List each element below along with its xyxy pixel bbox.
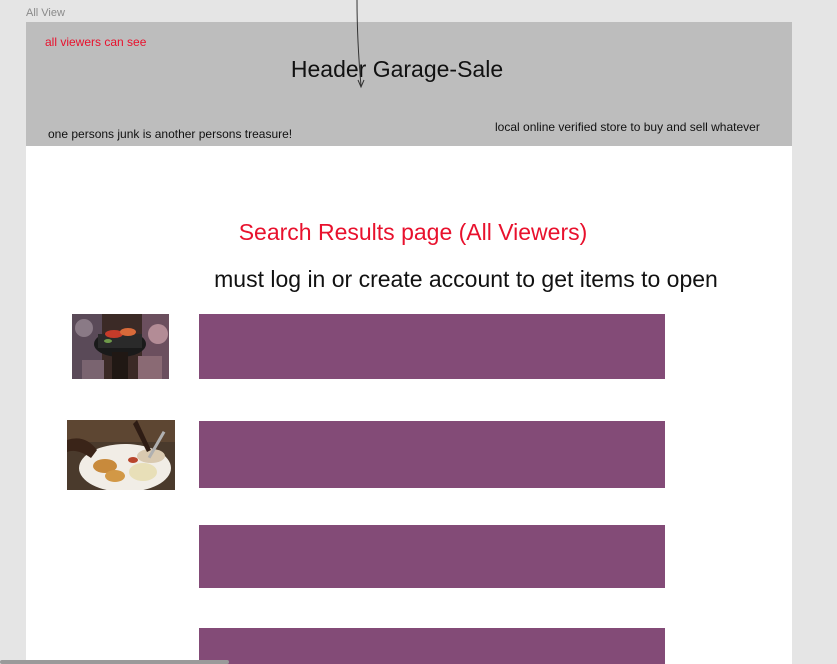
result-thumbnail-food[interactable] xyxy=(67,420,175,490)
search-result-item[interactable] xyxy=(199,421,665,488)
header-tagline-right: local online verified store to buy and s… xyxy=(495,120,760,134)
result-thumbnail-grill[interactable] xyxy=(72,314,169,379)
grill-photo-icon xyxy=(72,314,169,379)
header-title: Header Garage-Sale xyxy=(290,56,504,82)
horizontal-scrollbar[interactable] xyxy=(0,660,229,664)
food-plate-photo-icon xyxy=(67,420,175,490)
login-required-message: must log in or create account to get ite… xyxy=(214,266,718,292)
search-results-heading: Search Results page (All Viewers) xyxy=(238,219,588,245)
artboard-all-view: all viewers can see Header Garage-Sale o… xyxy=(26,22,792,664)
search-result-item[interactable] xyxy=(199,314,665,379)
header-tagline-left: one persons junk is another persons trea… xyxy=(48,127,293,141)
search-result-item[interactable] xyxy=(199,525,665,588)
viewer-note: all viewers can see xyxy=(45,35,147,49)
frame-label: All View xyxy=(26,7,65,19)
search-result-item[interactable] xyxy=(199,628,665,664)
site-header: all viewers can see Header Garage-Sale o… xyxy=(26,22,792,146)
